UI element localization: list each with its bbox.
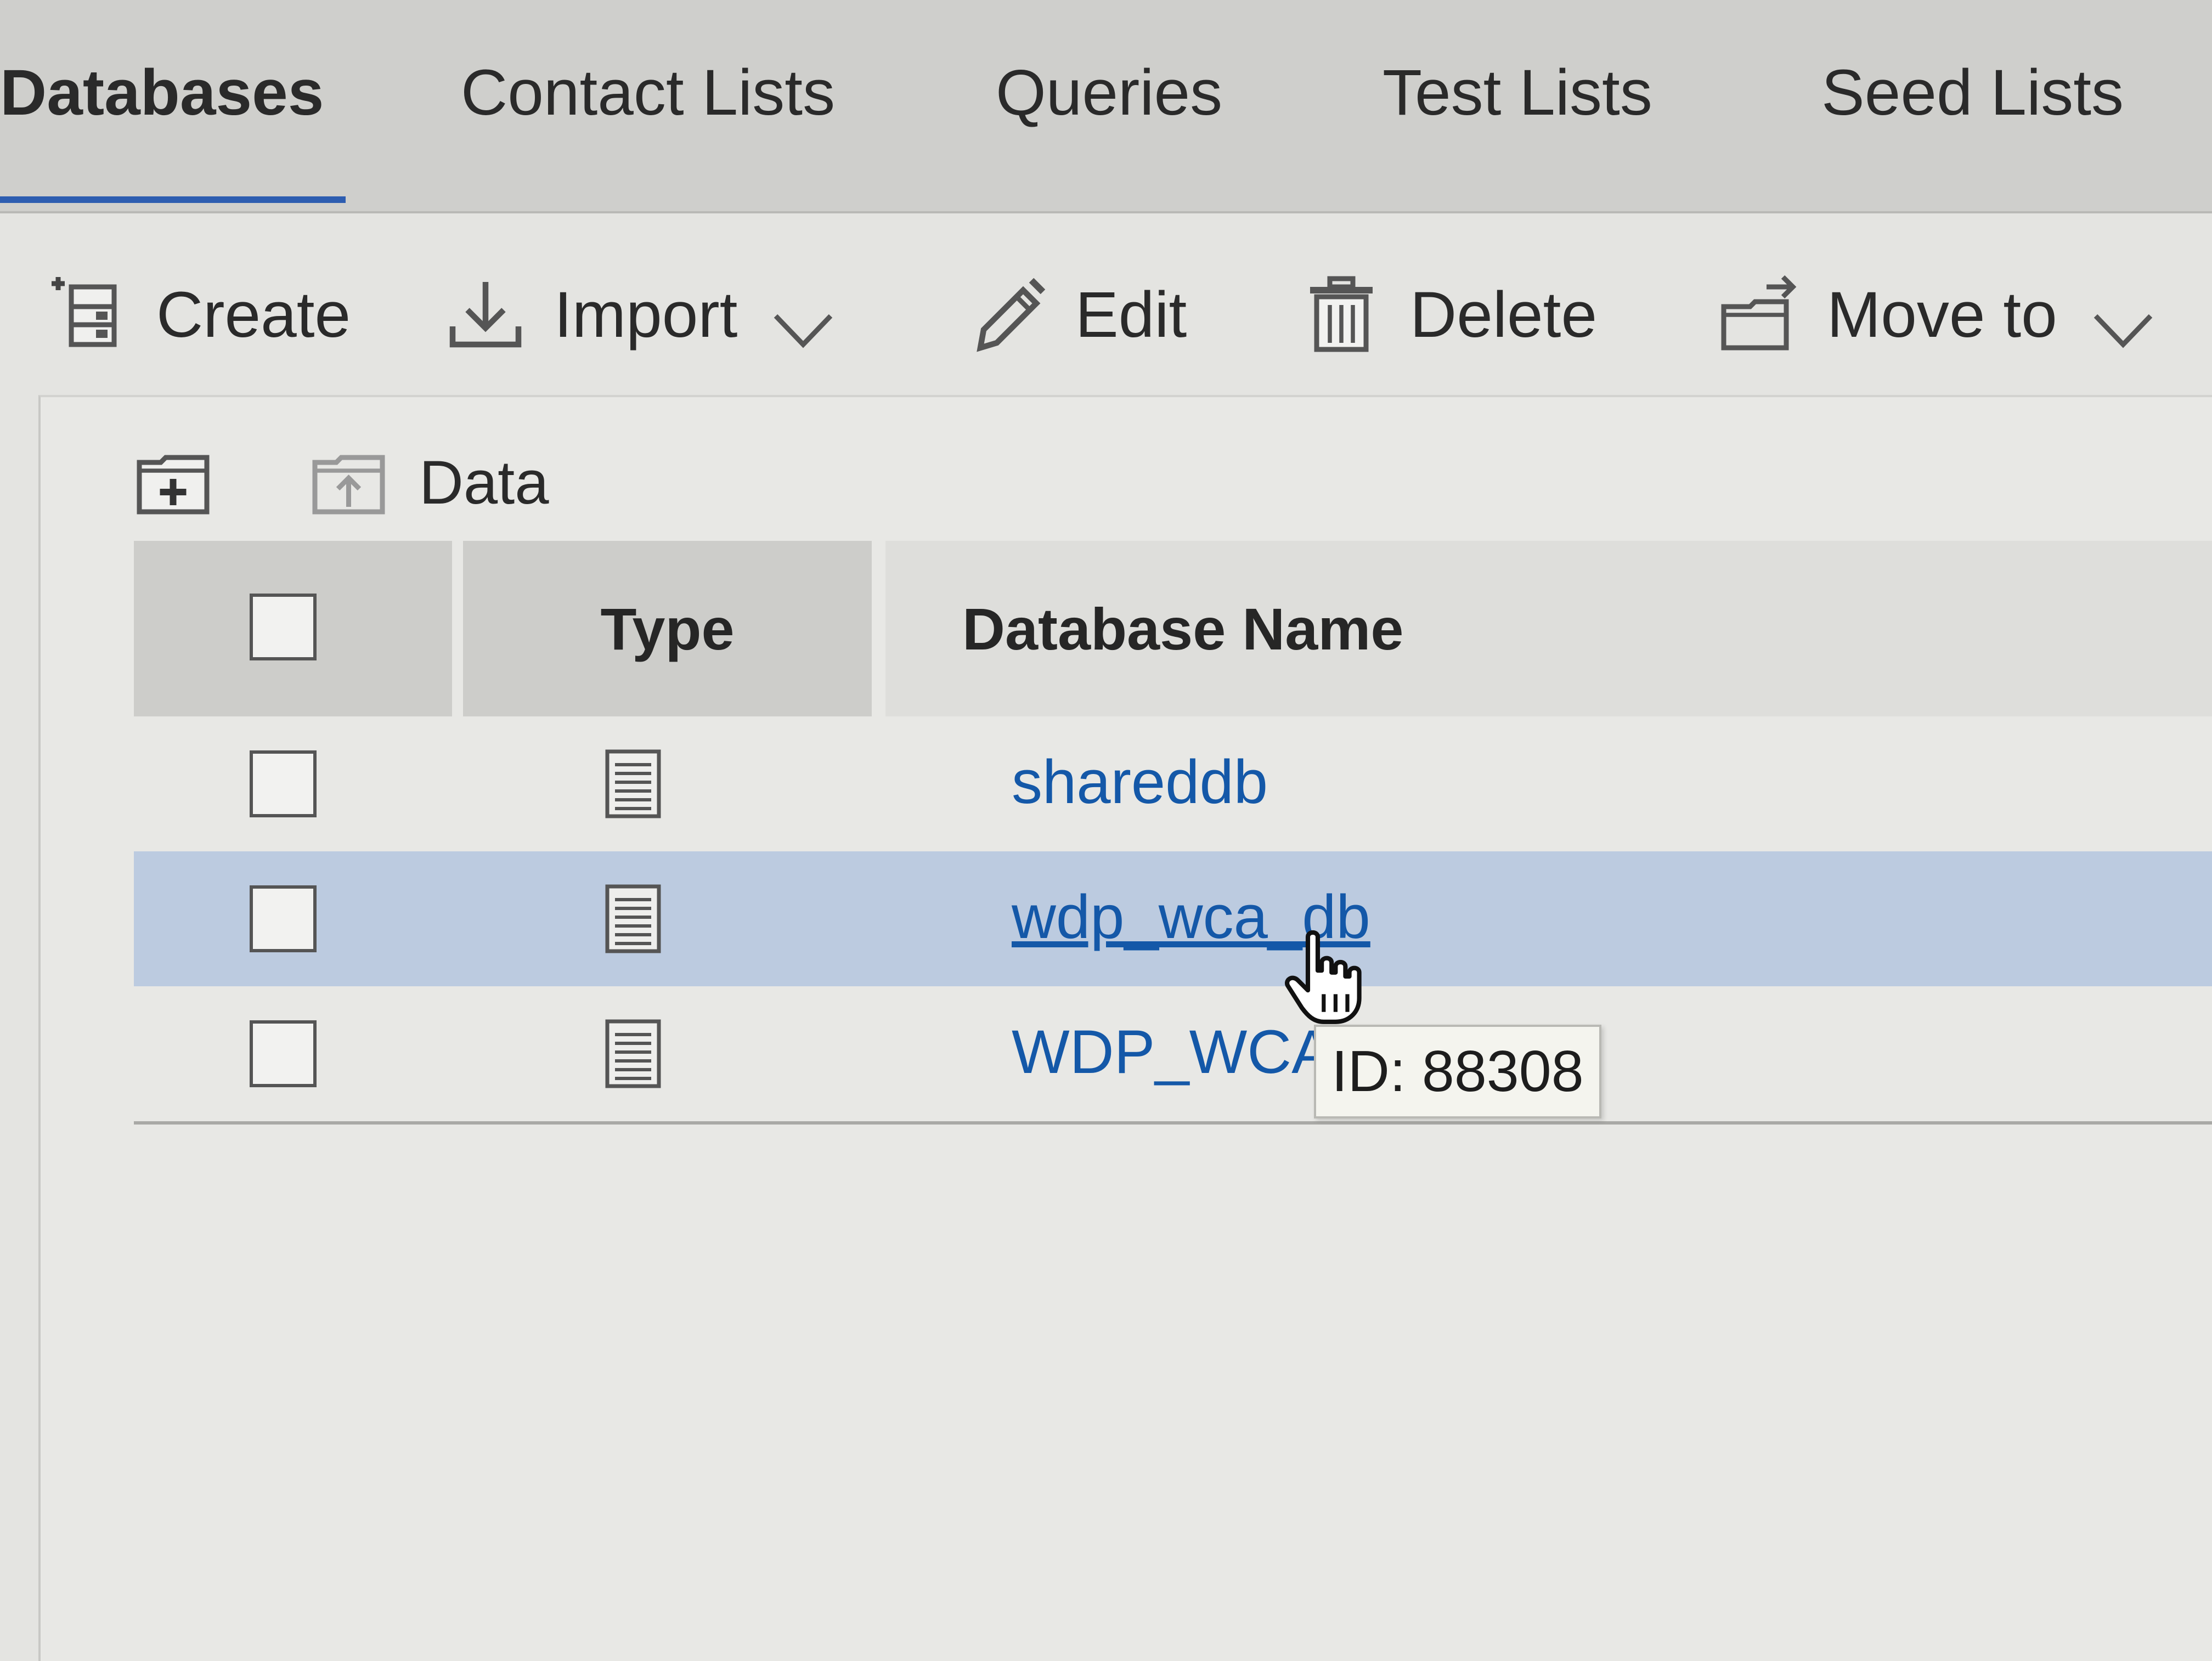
table-header: Type Database Name <box>134 541 2212 716</box>
delete-label: Delete <box>1410 279 1598 351</box>
select-all-checkbox[interactable] <box>250 594 317 660</box>
chevron-down-icon[interactable] <box>2090 293 2156 348</box>
move-folder-icon <box>1717 274 1799 356</box>
download-icon <box>444 274 527 356</box>
tab-seed-lists[interactable]: Seed Lists <box>1821 60 2124 125</box>
import-button[interactable]: Import <box>444 274 836 356</box>
pencil-icon <box>966 274 1048 356</box>
create-button[interactable]: Create <box>47 274 351 356</box>
content-panel: Data Type Database Name shareddb wdp_wca… <box>38 395 2212 1661</box>
tab-databases[interactable]: Databases <box>0 60 324 125</box>
folder-navigation: Data <box>41 430 1138 540</box>
select-all-cell <box>134 541 452 716</box>
id-tooltip: ID: 88308 <box>1314 1025 1601 1119</box>
current-folder-label: Data <box>419 448 549 517</box>
move-to-button[interactable]: Move to <box>1717 274 2156 356</box>
new-folder-icon[interactable] <box>133 441 215 523</box>
tab-test-lists[interactable]: Test Lists <box>1383 60 1652 125</box>
column-header-database-name[interactable]: Database Name <box>885 541 2212 716</box>
edit-button[interactable]: Edit <box>966 274 1187 356</box>
chevron-down-icon[interactable] <box>770 293 836 348</box>
row-checkbox[interactable] <box>250 885 317 952</box>
active-tab-indicator <box>0 196 346 203</box>
database-name-link[interactable]: shareddb <box>1012 752 1268 813</box>
database-type-icon <box>603 748 663 820</box>
database-type-icon <box>603 883 663 954</box>
toolbar: Create Import Edit Delete Move to <box>0 213 2212 394</box>
tab-bar: Databases Contact Lists Queries Test Lis… <box>0 0 2212 213</box>
create-label: Create <box>156 279 351 351</box>
table-row[interactable]: wdp_wca_db <box>134 851 2212 986</box>
move-to-label: Move to <box>1827 279 2057 351</box>
database-table: Type Database Name shareddb wdp_wca_db W… <box>134 541 2212 1125</box>
row-checkbox[interactable] <box>250 750 317 817</box>
table-divider <box>134 1121 2212 1125</box>
folder-up-icon[interactable] <box>308 441 391 523</box>
database-type-icon <box>603 1018 663 1089</box>
delete-button[interactable]: Delete <box>1300 274 1597 356</box>
tab-queries[interactable]: Queries <box>996 60 1222 125</box>
edit-label: Edit <box>1075 279 1187 351</box>
table-row[interactable]: shareddb <box>134 716 2212 851</box>
hand-pointer-cursor-icon <box>1278 927 1377 1026</box>
trash-icon <box>1300 274 1383 356</box>
import-label: Import <box>554 279 738 351</box>
row-checkbox[interactable] <box>250 1020 317 1087</box>
create-database-icon <box>47 274 129 356</box>
tab-contact-lists[interactable]: Contact Lists <box>461 60 835 125</box>
column-header-type[interactable]: Type <box>463 541 872 716</box>
table-row[interactable]: WDP_WCA_I <box>134 986 2212 1121</box>
